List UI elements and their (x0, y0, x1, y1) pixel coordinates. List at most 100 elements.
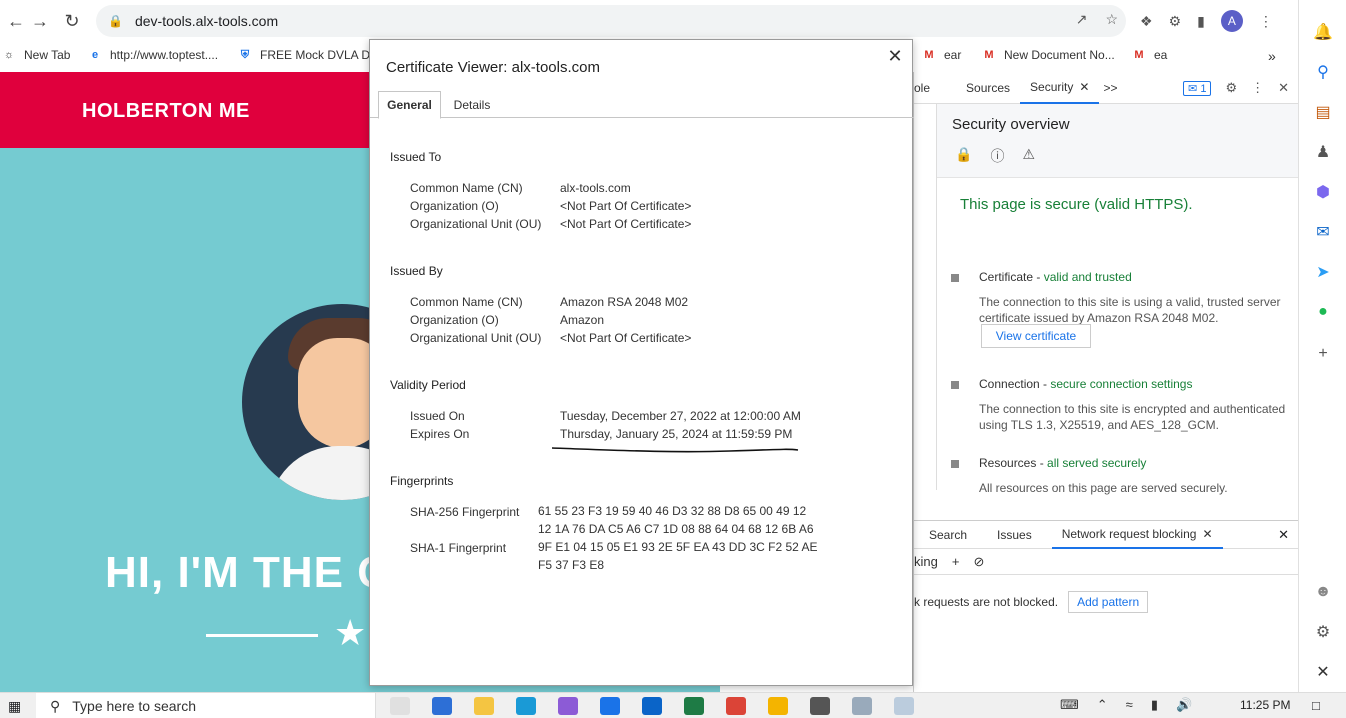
issues-badge[interactable]: ✉ 1 (1183, 80, 1212, 96)
security-panel: Security overview 🔒 ⓘ ⚠ This page is sec… (936, 104, 1300, 495)
bookmark-item[interactable]: Mear (922, 48, 961, 62)
taskbar-search[interactable]: ⚲ Type here to search (36, 693, 376, 718)
bookmark-star-icon[interactable]: ☆ (1105, 11, 1118, 28)
fingerprints-heading: Fingerprints (390, 474, 454, 488)
add-icon[interactable]: + (952, 554, 960, 569)
share-icon[interactable]: ↗ (1076, 11, 1088, 28)
close-icon[interactable]: ✕ (1202, 527, 1212, 541)
outlook-icon[interactable]: ✉ (1313, 222, 1333, 242)
devtools-panel: ole Sources Security ✕ >> ✉ 1 ⚙ ⋮ ✕ Secur… (913, 72, 1300, 692)
chess-icon[interactable]: ♟ (1313, 142, 1333, 162)
send-icon[interactable]: ➤ (1313, 262, 1333, 282)
close-drawer-icon[interactable]: ✕ (1278, 527, 1289, 543)
blocking-message: k requests are not blocked. (914, 595, 1059, 609)
bookmark-item[interactable]: ⛨ FREE Mock DVLA D... (238, 48, 380, 62)
extensions-icon[interactable]: ⚙ (1169, 13, 1182, 30)
account-icon[interactable]: ☻ (1313, 582, 1333, 602)
bookmark-item[interactable]: ☼ New Tab (2, 48, 71, 62)
task-view-icon[interactable] (390, 697, 410, 715)
clock[interactable]: 11:25 PM (1240, 698, 1290, 712)
more-tabs-icon[interactable]: >> (1099, 72, 1121, 104)
url-text: dev-tools.alx-tools.com (134, 13, 279, 29)
chrome-icon[interactable] (726, 697, 746, 715)
star-icon: ★ (334, 612, 367, 653)
spotify-icon[interactable]: ● (1313, 302, 1333, 322)
outlook-icon[interactable] (642, 697, 662, 715)
tab-console[interactable]: ole (914, 72, 940, 104)
clear-icon[interactable]: ⊘ (973, 554, 984, 570)
chevron-up-icon[interactable]: ⌃ (1097, 697, 1108, 713)
side-panel-icon[interactable]: ▮ (1197, 13, 1205, 30)
sha1-label: SHA-1 Fingerprint (410, 541, 507, 555)
keyboard-icon[interactable]: ⌨ (1060, 697, 1079, 713)
notepad-icon[interactable] (894, 697, 914, 715)
file-explorer-icon[interactable] (474, 697, 494, 715)
shield-icon: ⛨ (240, 48, 250, 61)
kebab-menu-icon[interactable]: ⋮ (1251, 80, 1264, 96)
bookmark-item[interactable]: M New Document No... (982, 48, 1114, 62)
address-bar[interactable]: 🔒 dev-tools.alx-tools.com ↗ ☆ (96, 5, 1126, 37)
certificate-viewer-dialog: Certificate Viewer: alx-tools.com ✕ Gene… (369, 39, 914, 686)
validity-heading: Validity Period (390, 378, 466, 392)
info-icon[interactable]: ⓘ (990, 146, 1004, 166)
menu-icon[interactable]: ⋮ (1259, 13, 1273, 30)
devtools-drawer: Search Issues Network request blocking ✕ … (914, 520, 1299, 692)
settings-gear-icon[interactable]: ⚙ (1225, 80, 1237, 96)
e-icon: e (91, 49, 99, 61)
mail-icon[interactable] (600, 697, 620, 715)
secure-status: This page is secure (valid HTTPS). (960, 196, 1193, 213)
warning-icon[interactable]: ⚠ (1022, 146, 1035, 166)
store-icon[interactable] (432, 697, 452, 715)
briefcase-icon[interactable]: ▤ (1313, 102, 1333, 122)
reload-icon[interactable]: ↻ (56, 5, 88, 37)
close-icon[interactable]: ✕ (1079, 80, 1089, 94)
lock-icon[interactable]: 🔒 (955, 146, 972, 166)
sha1-value: 9F E1 04 15 05 E1 93 2E 5F EA 43 DD 3C F… (538, 540, 818, 572)
close-icon[interactable]: ✕ (1313, 662, 1333, 682)
sha256-value: 61 55 23 F3 19 59 40 46 D3 32 88 D8 65 0… (538, 504, 814, 536)
tab-details[interactable]: Details (446, 91, 498, 119)
tab-sources[interactable]: Sources (956, 72, 1020, 104)
add-pattern-button[interactable]: Add pattern (1068, 591, 1149, 613)
search-icon[interactable]: ⚲ (1313, 62, 1333, 82)
enable-blocking-label[interactable]: king (914, 554, 938, 569)
issued-by-heading: Issued By (390, 264, 443, 278)
profile-avatar[interactable]: A (1220, 10, 1243, 32)
bookmarks-overflow-icon[interactable]: » (1268, 48, 1276, 64)
browser-toolbar: ← → ↻ 🔒 dev-tools.alx-tools.com ↗ ☆ ❖ ⚙ … (0, 0, 1298, 42)
site-brand[interactable]: HOLBERTON ME (82, 100, 250, 123)
bookmark-item[interactable]: Mea (1132, 48, 1167, 62)
volume-icon[interactable]: 🔊 (1176, 697, 1192, 713)
gmail-icon: M (924, 49, 934, 61)
add-icon[interactable]: + (1313, 344, 1333, 364)
search-icon: ⚲ (50, 697, 61, 714)
windows-start-icon[interactable]: ▦ (8, 698, 21, 715)
calculator-icon[interactable] (810, 697, 830, 715)
close-icon[interactable]: ✕ (886, 46, 904, 66)
excel-icon[interactable] (684, 697, 704, 715)
dropbox-icon[interactable]: ❖ (1140, 13, 1153, 30)
settings-icon[interactable]: ⚙ (1313, 622, 1333, 642)
lock-icon[interactable]: 🔒 (108, 14, 123, 28)
battery-icon[interactable]: ▮ (1151, 697, 1158, 713)
office-icon[interactable] (558, 697, 578, 715)
office-icon[interactable]: ⬢ (1313, 182, 1333, 202)
chrome-icon[interactable] (768, 697, 788, 715)
bookmark-item[interactable]: e http://www.toptest.... (88, 48, 218, 62)
gmail-icon: M (984, 49, 994, 61)
tab-general[interactable]: General (378, 91, 441, 119)
sha256-label: SHA-256 Fingerprint (410, 505, 520, 519)
tab-search[interactable]: Search (919, 521, 977, 549)
globe-icon: ☼ (3, 49, 15, 61)
forward-icon[interactable]: → (24, 5, 56, 37)
tab-issues[interactable]: Issues (987, 521, 1042, 549)
close-devtools-icon[interactable]: ✕ (1278, 80, 1289, 96)
bell-icon[interactable]: 🔔 (1313, 22, 1333, 42)
tab-network-request-blocking[interactable]: Network request blocking ✕ (1051, 521, 1223, 549)
edge-icon[interactable] (516, 697, 536, 715)
document-icon[interactable] (852, 697, 872, 715)
view-certificate-button[interactable]: View certificate (981, 324, 1091, 348)
wifi-icon[interactable]: ≈ (1126, 697, 1133, 713)
notification-icon[interactable]: □ (1312, 698, 1320, 713)
tab-security[interactable]: Security ✕ (1020, 72, 1100, 104)
